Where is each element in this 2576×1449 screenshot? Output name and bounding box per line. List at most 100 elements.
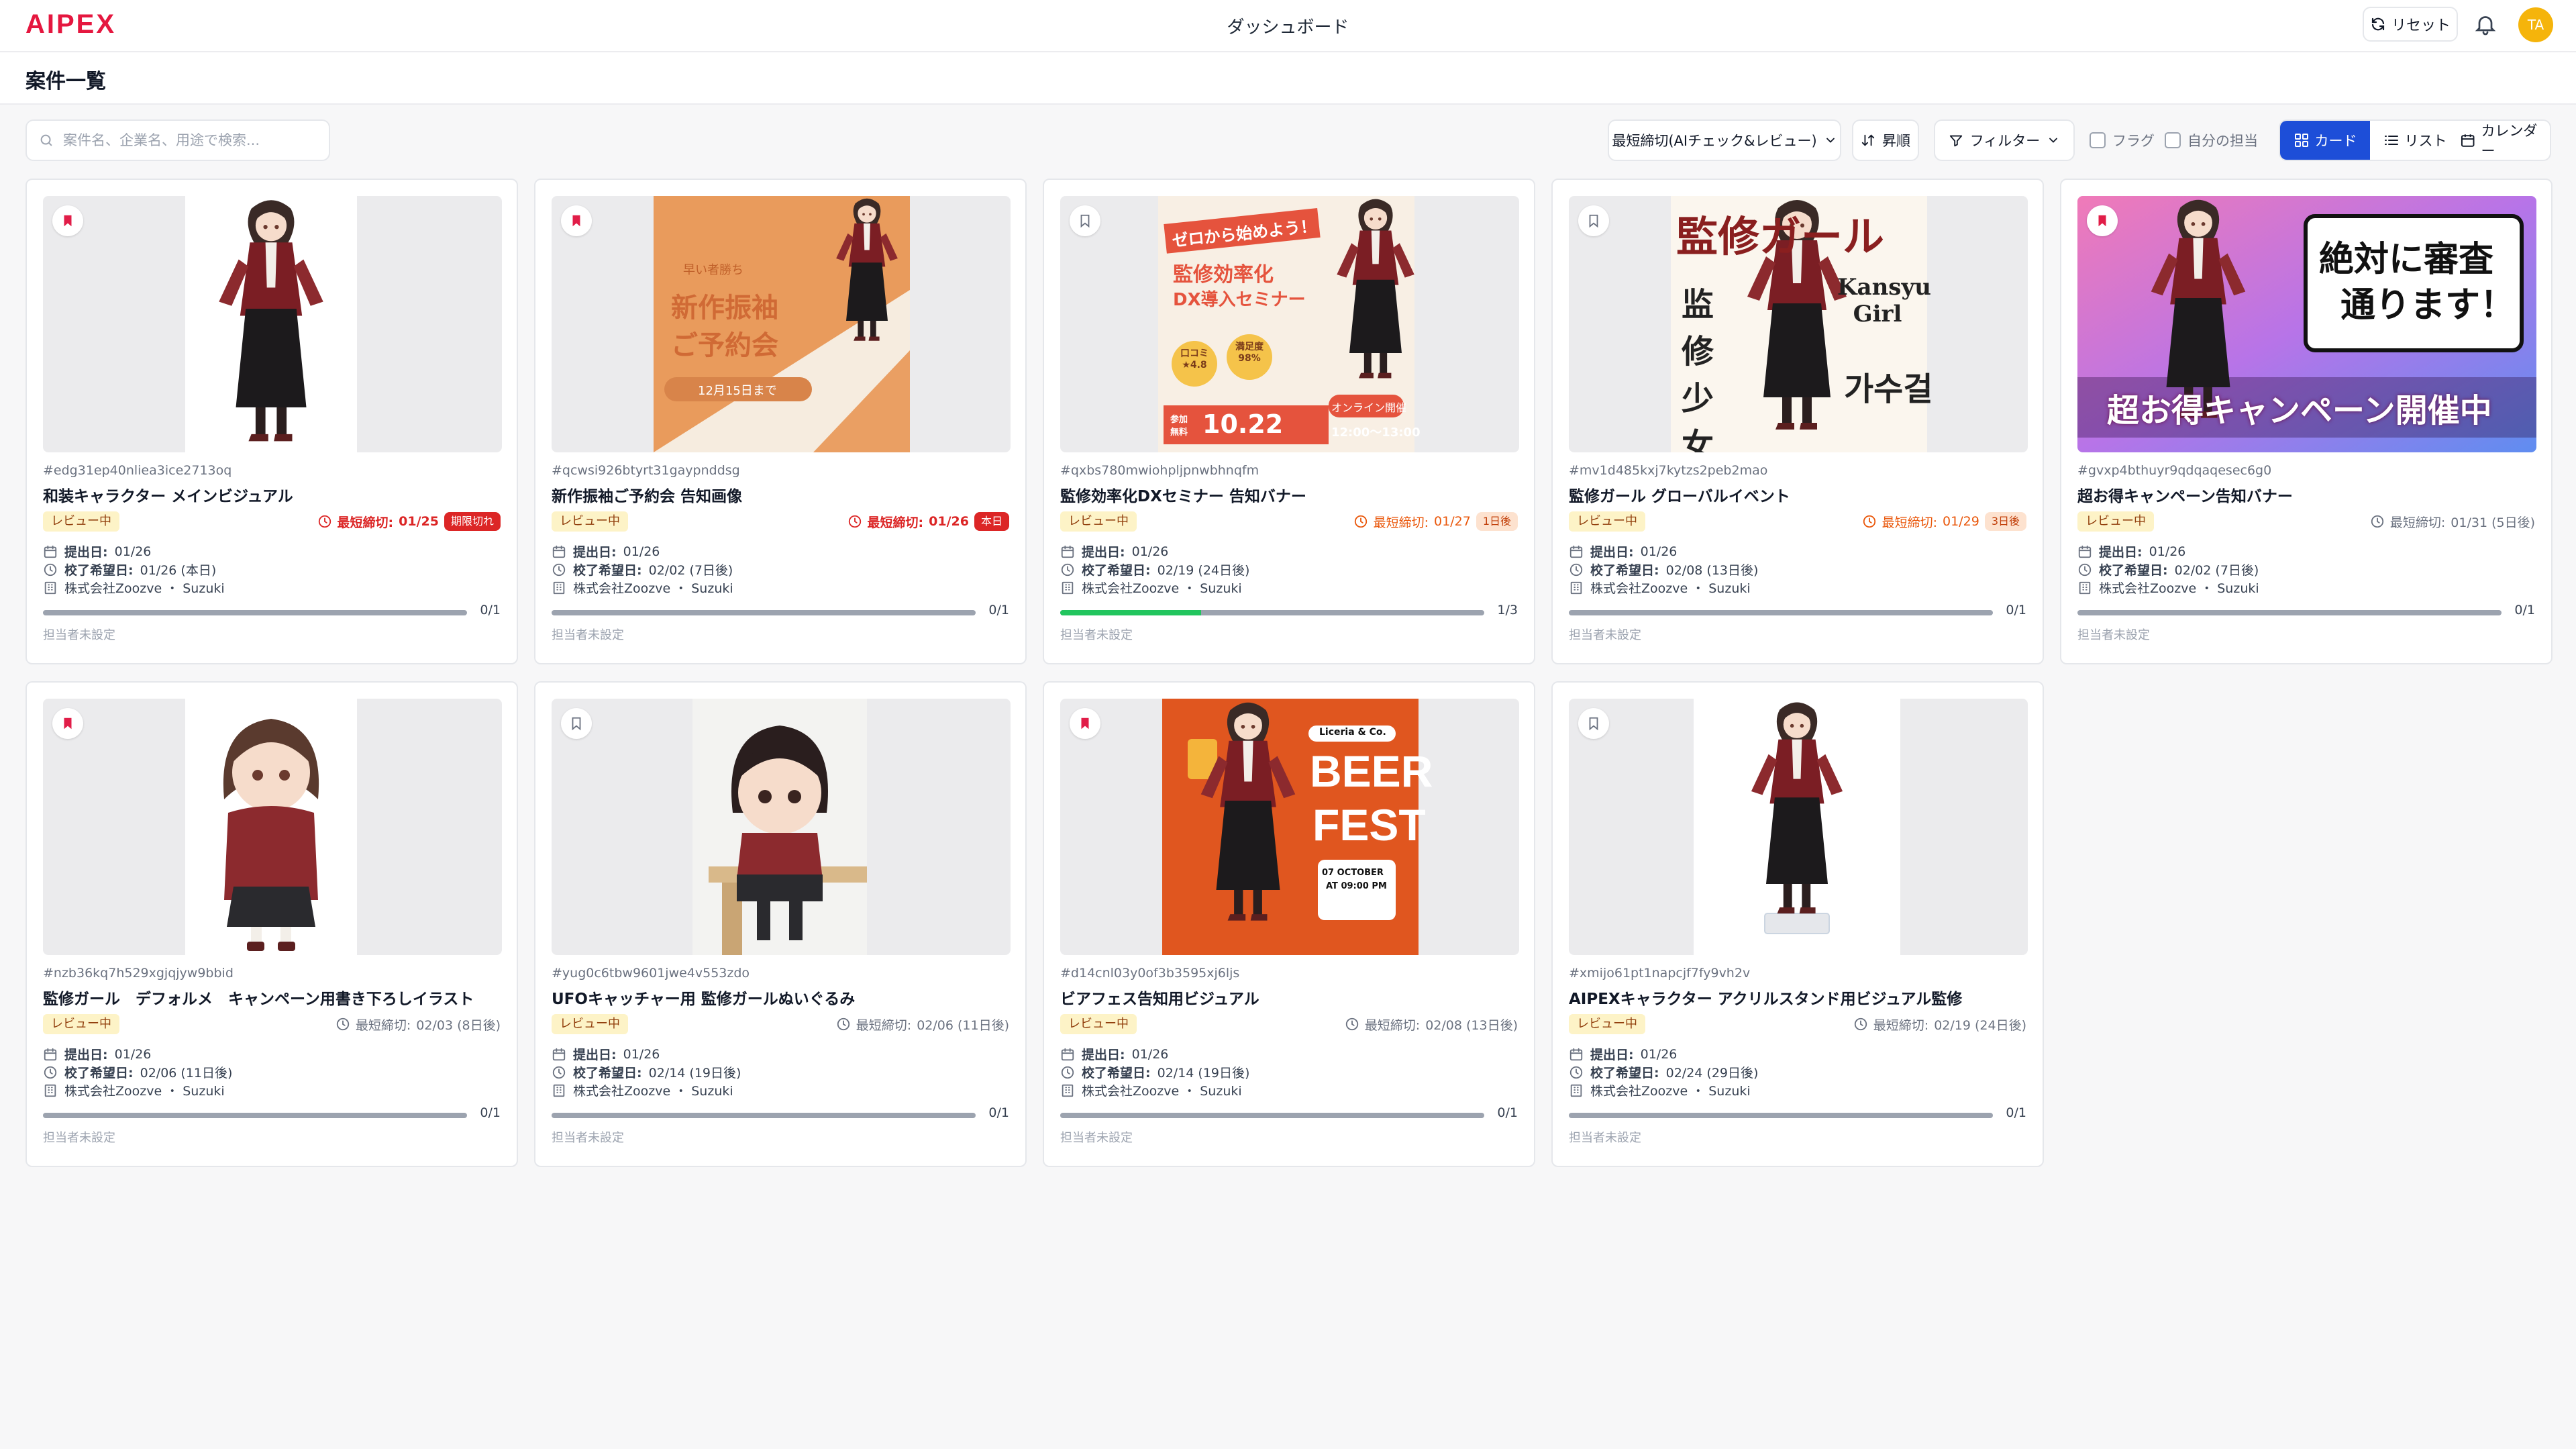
clock-icon — [44, 563, 57, 576]
art-line-2: 新作振袖 — [671, 293, 778, 323]
card-thumbnail[interactable] — [43, 699, 502, 955]
search-box[interactable] — [25, 119, 330, 161]
progress-bar — [1060, 1113, 1484, 1118]
card-title[interactable]: 新作振袖ご予約会 告知画像 — [552, 483, 742, 506]
card-title[interactable]: 和装キャラクター メインビジュアル — [43, 483, 293, 506]
project-card[interactable]: #yug0c6tbw9601jwe4v553zdo UFOキャッチャー用 監修ガー… — [534, 681, 1027, 1167]
due-date-label: 校了希望日: — [1082, 563, 1151, 578]
alarm-clock-icon — [336, 1017, 350, 1031]
sort-arrows-icon — [1861, 134, 1875, 146]
building-icon — [44, 581, 56, 594]
project-card[interactable]: 監修ガール Kansyu Girl 监修少女 가수걸 #mv1d485kxj7kytzs… — [1551, 179, 2044, 664]
card-title[interactable]: 監修ガール デフォルメ キャンペーン用書き下ろしイラスト — [43, 986, 474, 1009]
flag-button[interactable] — [52, 205, 83, 236]
card-thumbnail[interactable] — [1569, 699, 2028, 955]
view-card-button[interactable]: カード — [2280, 121, 2370, 160]
company-value: 株式会社Zoozve ・ Suzuki — [64, 1084, 225, 1099]
deadline-date: 01/29 — [1943, 514, 1979, 529]
page-title: 案件一覧 — [25, 70, 106, 93]
card-thumbnail[interactable] — [552, 699, 1011, 955]
status-badge: レビュー中 — [1569, 511, 1645, 532]
card-thumbnail[interactable]: 早い者勝ち 新作振袖 ご予約会 12月15日まで — [552, 196, 1011, 452]
view-list-button[interactable]: リスト — [2370, 121, 2460, 160]
project-card[interactable]: 早い者勝ち 新作振袖 ご予約会 12月15日まで #qcwsi926btyrt31gay… — [534, 179, 1027, 664]
assignee: 担当者未設定 — [2077, 628, 2150, 642]
project-card[interactable]: #edg31ep40nliea3ice2713oq 和装キャラクター メインビジュ… — [25, 179, 518, 664]
card-thumbnail[interactable]: 絶対に審査 通ります！ 超お得キャンペーン開催中 — [2077, 196, 2536, 452]
submitted-date-label: 提出日: — [1082, 1048, 1125, 1062]
card-title[interactable]: 監修ガール グローバルイベント — [1569, 483, 1790, 506]
due-date-label: 校了希望日: — [1590, 563, 1659, 578]
checkbox-box[interactable] — [2165, 132, 2181, 148]
due-date: 校了希望日: 02/24 (29日後) — [1569, 1063, 1758, 1081]
card-thumbnail[interactable]: ゼロから始めよう！ 監修効率化 DX導入セミナー 口コミ★4.8 満足度98% オンライン… — [1060, 196, 1519, 452]
bookmark-icon — [572, 215, 580, 227]
card-title[interactable]: UFOキャッチャー用 監修ガールぬいぐるみ — [552, 986, 855, 1009]
user-avatar[interactable]: TA — [2518, 7, 2553, 42]
checkbox-box[interactable] — [2090, 132, 2106, 148]
card-id: #qxbs780mwiohpljpnwbhnqfm — [1060, 463, 1259, 478]
deadline-prefix: 最短締切: — [355, 1017, 411, 1033]
assignee: 担当者未設定 — [552, 1131, 624, 1145]
company: 株式会社Zoozve ・ Suzuki — [2077, 579, 2259, 597]
due-date-value: 02/19 (24日後) — [1157, 563, 1250, 578]
flag-button[interactable] — [1578, 205, 1609, 236]
alarm-clock-icon — [1854, 1017, 1867, 1031]
mine-filter-checkbox[interactable]: 自分の担当 — [2165, 119, 2258, 161]
calendar-icon — [2078, 545, 2092, 558]
bell-icon[interactable] — [2473, 12, 2497, 36]
view-card-label: カード — [2314, 133, 2357, 149]
project-card[interactable]: ゼロから始めよう！ 監修効率化 DX導入セミナー 口コミ★4.8 満足度98% オンライン… — [1043, 179, 1535, 664]
flag-button[interactable] — [561, 205, 592, 236]
card-title[interactable]: AIPEXキャラクター アクリルスタンド用ビジュアル監修 — [1569, 986, 1962, 1009]
flag-button[interactable] — [52, 708, 83, 739]
sort-order-button[interactable]: 昇順 — [1852, 119, 1919, 161]
flag-button[interactable] — [1070, 708, 1100, 739]
due-date-label: 校了希望日: — [2099, 563, 2168, 578]
clock-icon — [552, 563, 566, 576]
flag-button[interactable] — [1578, 708, 1609, 739]
assignee: 担当者未設定 — [43, 628, 115, 642]
filter-button[interactable]: フィルター — [1934, 119, 2075, 161]
submitted-date-value: 01/26 — [1640, 1046, 1678, 1062]
filter-label: フィルター — [1969, 133, 2041, 149]
deadline-badge: 3日後 — [1984, 512, 2026, 531]
bookmark-icon — [572, 717, 581, 731]
building-icon — [1062, 1084, 1074, 1097]
project-card[interactable]: #xmijo61pt1napcjf7fy9vh2v AIPEXキャラクター アクリ… — [1551, 681, 2044, 1167]
calendar-icon — [1569, 545, 1583, 558]
due-date-value: 02/06 (11日後) — [140, 1066, 233, 1081]
card-title[interactable]: 超お得キャンペーン告知バナー — [2077, 483, 2293, 506]
project-card[interactable]: #nzb36kq7h529xgjqjyw9bbid 監修ガール デフォルメ キャン… — [25, 681, 518, 1167]
submitted-date: 提出日: 01/26 — [552, 1045, 660, 1063]
flag-filter-checkbox[interactable]: フラグ — [2090, 119, 2155, 161]
submitted-date-label: 提出日: — [2099, 545, 2143, 560]
card-title[interactable]: ビアフェス告知用ビジュアル — [1060, 986, 1259, 1009]
flag-button[interactable] — [1070, 205, 1100, 236]
art-line-1: 監修ガール — [1676, 212, 1885, 261]
submitted-date-label: 提出日: — [573, 545, 617, 560]
assignee: 担当者未設定 — [1569, 1131, 1641, 1145]
card-thumbnail[interactable] — [43, 196, 502, 452]
calendar-icon — [552, 545, 566, 558]
bookmark-icon — [2098, 215, 2106, 227]
flag-button[interactable] — [561, 708, 592, 739]
clock-icon — [1061, 563, 1074, 576]
reset-button[interactable]: リセット — [2363, 7, 2458, 42]
card-thumbnail[interactable]: 監修ガール Kansyu Girl 监修少女 가수걸 — [1569, 196, 2028, 452]
project-card[interactable]: Liceria & Co. BEER FEST 07 OCTOBER AT 09:00 … — [1043, 681, 1535, 1167]
search-input[interactable] — [62, 132, 306, 149]
card-title[interactable]: 監修効率化DXセミナー 告知バナー — [1060, 483, 1306, 506]
bookmark-icon — [64, 215, 72, 227]
company: 株式会社Zoozve ・ Suzuki — [43, 579, 225, 597]
progress-count: 1/3 — [1497, 603, 1518, 617]
flag-button[interactable] — [2087, 205, 2118, 236]
view-calendar-button[interactable]: カレンダー — [2460, 121, 2550, 160]
assignee: 担当者未設定 — [552, 628, 624, 642]
submitted-date: 提出日: 01/26 — [43, 1045, 151, 1063]
alarm-clock-icon — [848, 515, 861, 528]
sort-select[interactable]: 最短締切(AIチェック&レビュー) — [1608, 119, 1841, 161]
project-card[interactable]: 絶対に審査 通ります！ 超お得キャンペーン開催中 #gvxp4bthuyr9qdqaq… — [2060, 179, 2553, 664]
company: 株式会社Zoozve ・ Suzuki — [1569, 1081, 1751, 1099]
card-thumbnail[interactable]: Liceria & Co. BEER FEST 07 OCTOBER AT 09:00 … — [1060, 699, 1519, 955]
